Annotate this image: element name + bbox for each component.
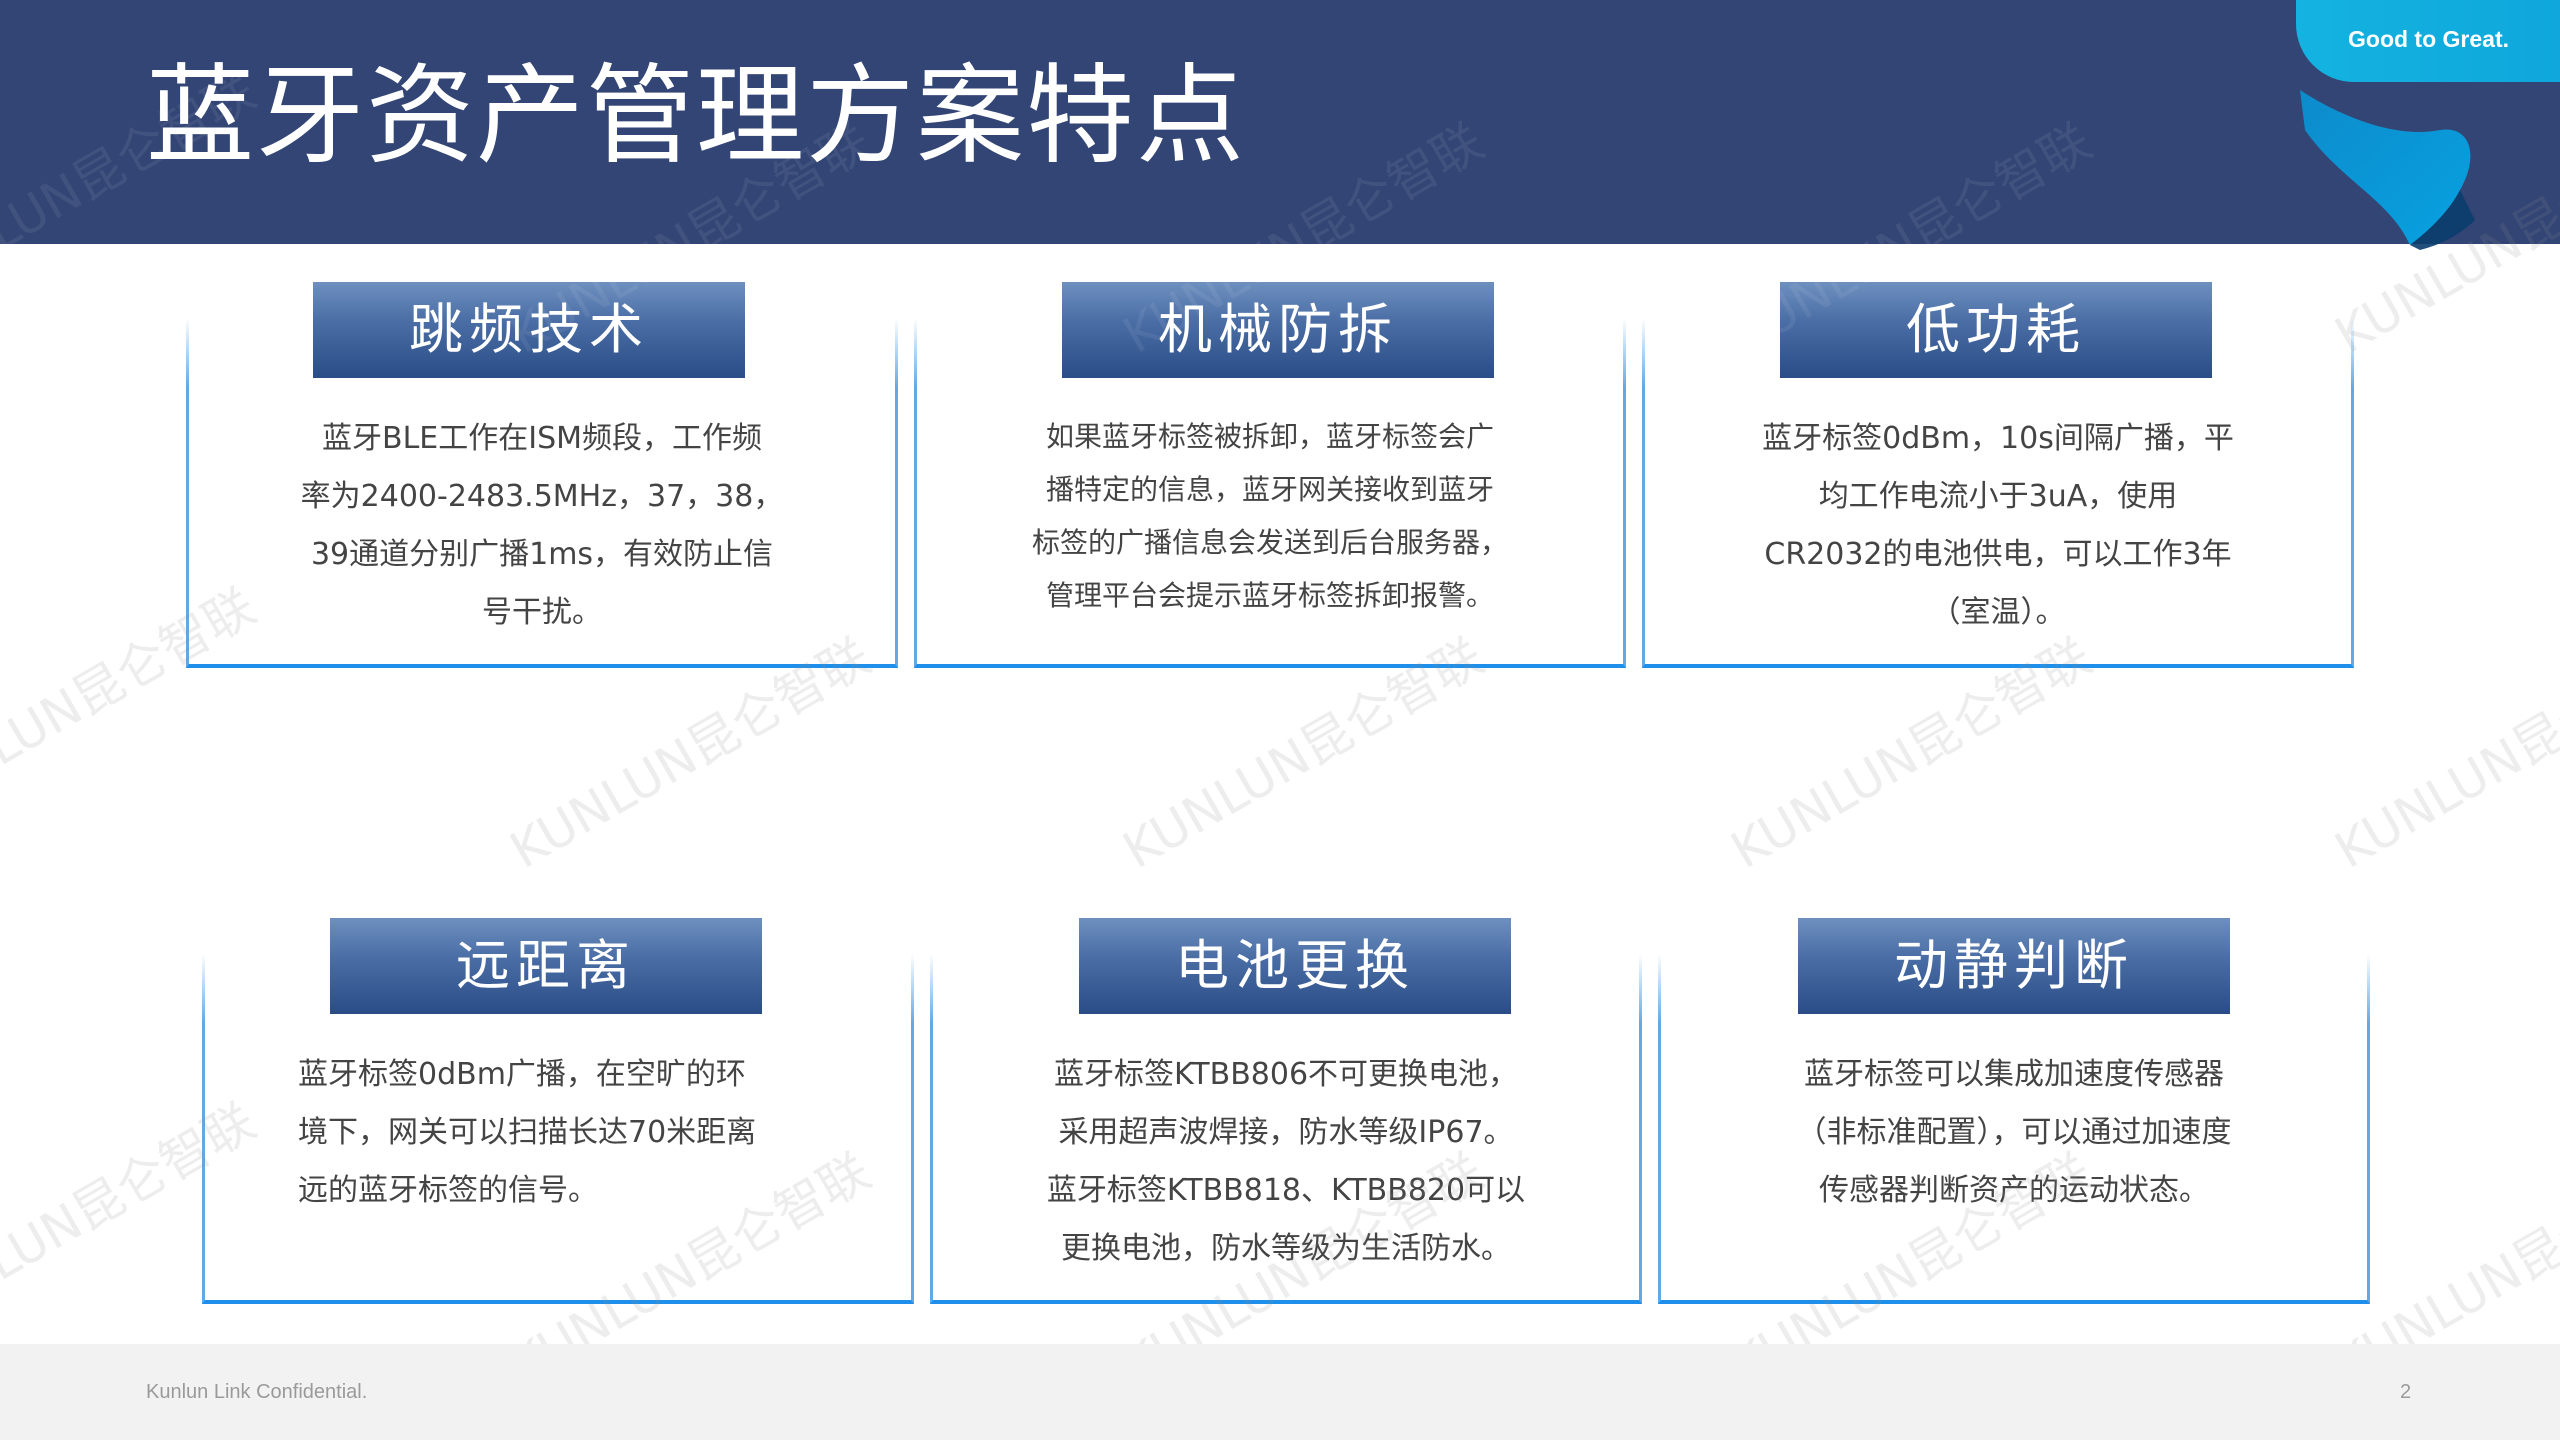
- card-line: 远的蓝牙标签的信号。: [298, 1173, 598, 1208]
- footer-bar: [0, 1344, 2560, 1440]
- card-line: 蓝牙标签可以集成加速度传感器: [1804, 1057, 2224, 1092]
- card-title: 电池更换: [1079, 918, 1511, 1014]
- card-line: 管理平台会提示蓝牙标签拆卸报警。: [1045, 579, 1494, 612]
- card-line: 如果蓝牙标签被拆卸，蓝牙标签会广: [1045, 420, 1494, 453]
- card-line: 均工作电流小于3uA，使用: [1818, 479, 2178, 514]
- watermark: KUNLUN昆仑智联: [2325, 627, 2560, 880]
- card-line: 更换电池，防水等级为生活防水。: [1061, 1231, 1511, 1266]
- card-line: 39通道分别广播1ms，有效防止信: [310, 537, 774, 572]
- card-line: 播特定的信息，蓝牙网关接收到蓝牙: [1045, 473, 1494, 506]
- card-body: 蓝牙标签0dBm，10s间隔广播，平 均工作电流小于3uA，使用 CR2032的…: [1642, 410, 2354, 642]
- card-body: 如果蓝牙标签被拆卸，蓝牙标签会广 播特定的信息，蓝牙网关接收到蓝牙 标签的广播信…: [914, 410, 1626, 622]
- card-line: 传感器判断资产的运动状态。: [1819, 1173, 2209, 1208]
- card-title: 动静判断: [1798, 918, 2230, 1014]
- card-line: （室温）。: [1930, 595, 2066, 630]
- slogan-text: Good to Great.: [2348, 26, 2509, 52]
- card-title: 远距离: [330, 918, 762, 1014]
- card-body: 蓝牙标签KTBB806不可更换电池， 采用超声波焊接，防水等级IP67。 蓝牙标…: [930, 1046, 1642, 1278]
- footer-confidential: Kunlun Link Confidential.: [146, 1381, 368, 1403]
- card-title: 机械防拆: [1062, 282, 1494, 378]
- card-line: 采用超声波焊接，防水等级IP67。: [1058, 1115, 1514, 1150]
- ribbon-logo-icon: [2300, 90, 2475, 250]
- card-line: 蓝牙标签KTBB806不可更换电池，: [1053, 1057, 1519, 1092]
- card-line: CR2032的电池供电，可以工作3年: [1764, 537, 2232, 572]
- card-line: 境下，网关可以扫描长达70米距离: [298, 1115, 757, 1150]
- card-body: 蓝牙BLE工作在ISM频段，工作频 率为2400-2483.5MHz，37，38…: [186, 410, 898, 642]
- card-body: 蓝牙标签可以集成加速度传感器 （非标准配置），可以通过加速度 传感器判断资产的运…: [1658, 1046, 2370, 1220]
- page-title: 蓝牙资产管理方案特点: [146, 54, 1247, 179]
- card-line: 号干扰。: [482, 595, 602, 630]
- card-line: 率为2400-2483.5MHz，37，38，: [300, 479, 784, 514]
- card-title: 跳频技术: [313, 282, 745, 378]
- card-line: 蓝牙标签KTBB818、KTBB820可以: [1046, 1173, 1526, 1208]
- card-body: 蓝牙标签0dBm广播，在空旷的环 境下，网关可以扫描长达70米距离 远的蓝牙标签…: [298, 1046, 898, 1220]
- card-line: （非标准配置），可以通过加速度: [1796, 1115, 2232, 1150]
- card-line: 标签的广播信息会发送到后台服务器，: [1031, 526, 1508, 559]
- page-number: 2: [2400, 1381, 2412, 1403]
- card-title: 低功耗: [1780, 282, 2212, 378]
- card-line: 蓝牙标签0dBm广播，在空旷的环: [298, 1057, 746, 1092]
- slide: 蓝牙资产管理方案特点 Good to Great. 跳频技术 蓝牙BLE工作在I…: [0, 0, 2560, 1440]
- card-line: 蓝牙BLE工作在ISM频段，工作频: [321, 421, 763, 456]
- card-line: 蓝牙标签0dBm，10s间隔广播，平: [1762, 421, 2234, 456]
